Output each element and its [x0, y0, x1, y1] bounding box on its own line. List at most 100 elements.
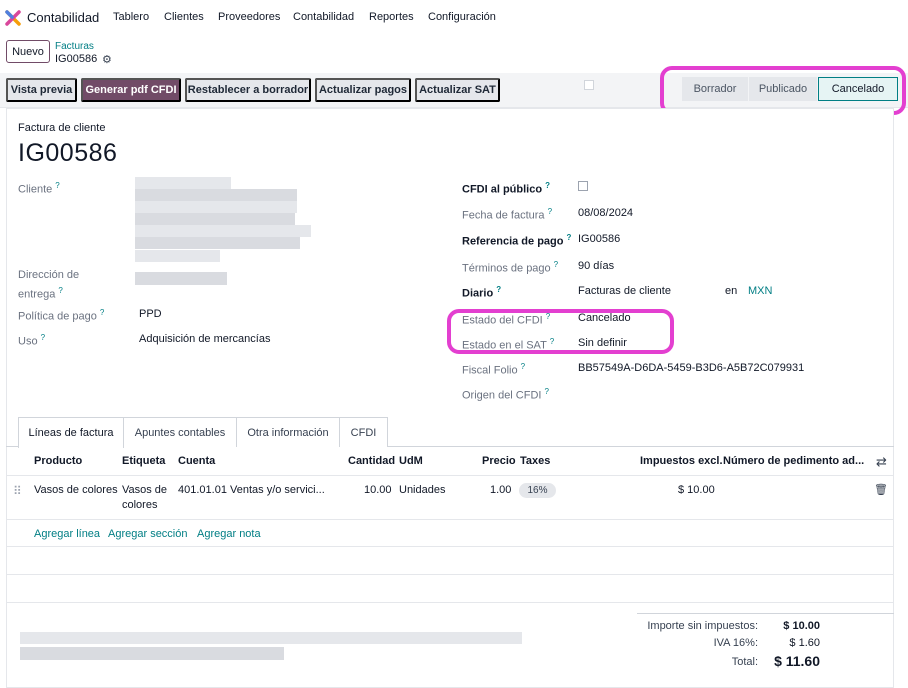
- redacted-block: [135, 189, 297, 201]
- app-logo-icon[interactable]: [5, 10, 21, 26]
- trash-icon[interactable]: 🗑: [874, 483, 888, 496]
- col-cuenta[interactable]: Cuenta: [178, 455, 215, 467]
- totals-divider: [637, 613, 894, 614]
- politica-label: Política de pago?: [18, 308, 105, 323]
- redacted-block: [20, 647, 284, 660]
- redacted-block: [135, 177, 231, 189]
- cell-precio[interactable]: 1.00: [490, 484, 511, 496]
- help-icon: ?: [544, 387, 549, 396]
- new-button[interactable]: Nuevo: [6, 40, 50, 63]
- cell-producto[interactable]: Vasos de colores: [34, 484, 118, 496]
- direccion-label: Dirección de entrega?: [18, 269, 80, 301]
- tab-cfdi[interactable]: CFDI: [339, 417, 388, 447]
- cliente-label: Cliente?: [18, 181, 60, 196]
- help-icon: ?: [545, 181, 550, 190]
- cell-cuenta[interactable]: 401.01.01 Ventas y/o servici...: [178, 484, 325, 496]
- folio-value: BB57549A-D6DA-5459-B3D6-A5B72C079931: [578, 362, 805, 374]
- terminos-label: Términos de pago?: [462, 260, 559, 275]
- tab-apuntes-contables[interactable]: Apuntes contables: [123, 417, 237, 447]
- col-udm[interactable]: UdM: [399, 455, 423, 467]
- document-type: Factura de cliente: [18, 122, 106, 134]
- tax-badge[interactable]: 16%: [519, 483, 556, 498]
- cell-etiqueta-line1[interactable]: Vasos de: [122, 484, 167, 496]
- redacted-block: [20, 632, 522, 644]
- col-precio[interactable]: Precio: [482, 455, 516, 467]
- preview-button[interactable]: Vista previa: [6, 78, 77, 102]
- app-name[interactable]: Contabilidad: [27, 10, 99, 25]
- menu-configuracion[interactable]: Configuración: [428, 11, 496, 23]
- row-divider: [6, 546, 894, 547]
- redacted-block: [135, 272, 227, 285]
- redacted-block: [135, 225, 311, 237]
- folio-label: Fiscal Folio?: [462, 362, 526, 377]
- generate-pdf-cfdi-button[interactable]: Generar pdf CFDI: [81, 78, 181, 102]
- referencia-label: Referencia de pago?: [462, 233, 572, 248]
- help-icon: ?: [40, 333, 46, 342]
- total-value: $ 11.60: [774, 653, 820, 669]
- gear-icon[interactable]: ⚙: [102, 53, 112, 66]
- col-pedimento[interactable]: Número de pedimento ad...: [723, 455, 864, 467]
- action-checkbox[interactable]: [584, 80, 594, 90]
- redacted-block: [135, 237, 300, 249]
- menu-proveedores[interactable]: Proveedores: [218, 11, 280, 23]
- col-impuestos-excl[interactable]: Impuestos excl.: [640, 455, 723, 467]
- diario-label: Diario?: [462, 285, 502, 300]
- help-icon: ?: [58, 286, 63, 295]
- cell-impuestos-excl: $ 10.00: [678, 484, 715, 496]
- uso-value[interactable]: Adquisición de mercancías: [139, 333, 270, 345]
- reset-draft-button[interactable]: Restablecer a borrador: [185, 78, 311, 102]
- help-icon: ?: [496, 285, 502, 294]
- tab-otra-informacion[interactable]: Otra información: [236, 417, 340, 447]
- cell-cantidad[interactable]: 10.00: [364, 484, 392, 496]
- fecha-label: Fecha de factura?: [462, 207, 553, 222]
- subtotal-label: Importe sin impuestos:: [647, 620, 758, 632]
- col-etiqueta[interactable]: Etiqueta: [122, 455, 165, 467]
- help-icon: ?: [520, 362, 526, 371]
- politica-value[interactable]: PPD: [139, 308, 162, 320]
- cfdi-status-highlight: [447, 309, 674, 354]
- column-settings-icon[interactable]: ⇄: [876, 454, 887, 470]
- row-divider: [6, 602, 894, 603]
- document-name: IG00586: [18, 139, 118, 167]
- top-navbar: Contabilidad Tablero Clientes Proveedore…: [0, 0, 908, 36]
- help-icon: ?: [55, 181, 60, 190]
- menu-clientes[interactable]: Clientes: [164, 11, 204, 23]
- cell-udm[interactable]: Unidades: [399, 484, 445, 496]
- cfdi-publico-checkbox[interactable]: [578, 181, 588, 191]
- col-producto[interactable]: Producto: [34, 455, 82, 467]
- iva-value: $ 1.60: [789, 637, 820, 649]
- menu-reportes[interactable]: Reportes: [369, 11, 414, 23]
- drag-handle-icon[interactable]: ⠿: [13, 484, 22, 498]
- iva-label: IVA 16%:: [713, 637, 758, 649]
- fecha-value[interactable]: 08/08/2024: [578, 207, 633, 219]
- menu-tablero[interactable]: Tablero: [113, 11, 149, 23]
- total-label: Total:: [731, 656, 758, 668]
- add-line-link[interactable]: Agregar línea: [34, 528, 100, 540]
- update-sat-button[interactable]: Actualizar SAT: [415, 78, 500, 102]
- col-cantidad[interactable]: Cantidad: [348, 455, 395, 467]
- referencia-value[interactable]: IG00586: [578, 233, 620, 245]
- update-payments-button[interactable]: Actualizar pagos: [315, 78, 411, 102]
- header-divider: [6, 475, 894, 476]
- help-icon: ?: [547, 207, 553, 216]
- help-icon: ?: [553, 260, 559, 269]
- cell-etiqueta-line2[interactable]: colores: [122, 499, 157, 511]
- row-divider: [6, 519, 894, 520]
- row-divider: [6, 574, 894, 575]
- subtotal-value: $ 10.00: [783, 620, 820, 632]
- breadcrumb-current: IG00586: [55, 53, 98, 65]
- terminos-value[interactable]: 90 días: [578, 260, 614, 272]
- help-icon: ?: [99, 308, 105, 317]
- add-note-link[interactable]: Agregar nota: [197, 528, 261, 540]
- tab-lineas-factura[interactable]: Líneas de factura: [18, 417, 124, 448]
- add-section-link[interactable]: Agregar sección: [108, 528, 188, 540]
- uso-label: Uso?: [18, 333, 46, 348]
- menu-contabilidad[interactable]: Contabilidad: [293, 11, 354, 23]
- breadcrumb-facturas[interactable]: Facturas: [55, 41, 94, 52]
- col-taxes[interactable]: Taxes: [520, 455, 550, 467]
- cfdi-publico-label: CFDI al público?: [462, 181, 550, 196]
- redacted-block: [135, 250, 220, 262]
- diario-currency[interactable]: MXN: [748, 285, 772, 297]
- diario-value[interactable]: Facturas de cliente: [578, 285, 671, 297]
- origen-label: Origen del CFDI?: [462, 387, 549, 402]
